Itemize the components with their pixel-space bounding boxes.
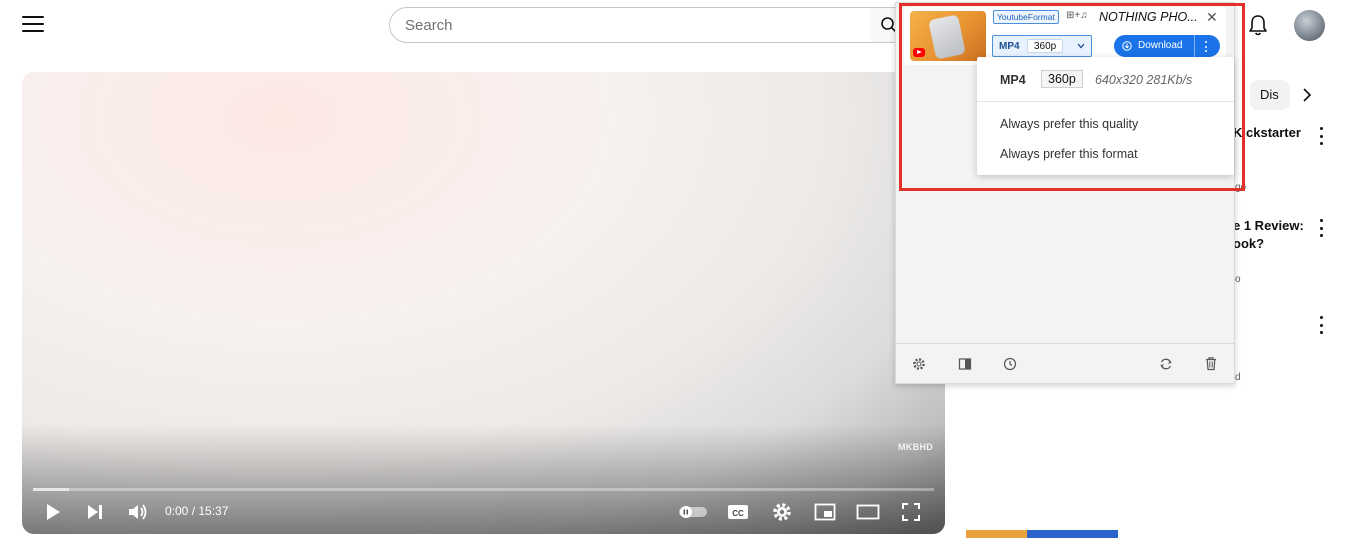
gear-icon[interactable] [912, 357, 926, 371]
settings-gear-icon[interactable] [771, 501, 793, 523]
progress-bar[interactable] [33, 488, 934, 491]
theater-mode-icon[interactable] [856, 504, 880, 520]
hamburger-menu-icon[interactable] [22, 14, 44, 34]
next-video-icon[interactable] [86, 503, 106, 521]
more-options-icon[interactable] [1318, 316, 1324, 334]
more-options-icon[interactable] [1318, 127, 1324, 145]
captions-icon[interactable]: CC [726, 503, 750, 521]
related-video-meta: o [1235, 274, 1241, 285]
refresh-icon[interactable] [1159, 357, 1173, 371]
buffered-progress [33, 488, 70, 491]
trash-icon[interactable] [1204, 356, 1218, 371]
highlight-box [899, 3, 1245, 191]
play-icon[interactable] [44, 502, 62, 522]
chevron-right-icon[interactable] [1298, 84, 1316, 106]
bell-icon[interactable] [1247, 13, 1269, 37]
sidebar-panel-icon[interactable] [958, 357, 972, 371]
search-input[interactable] [389, 7, 889, 43]
avatar[interactable] [1294, 10, 1325, 41]
history-clock-icon[interactable] [1003, 357, 1017, 371]
controls-gradient [22, 424, 945, 534]
video-player[interactable]: MKBHD 0:00 / 15:37 CC [22, 72, 945, 534]
related-video-title[interactable]: e 1 Review: [1233, 217, 1304, 235]
related-video-title-line2[interactable]: ook? [1233, 235, 1264, 253]
autoplay-toggle-icon[interactable] [678, 504, 708, 520]
volume-icon[interactable] [127, 502, 149, 522]
channel-watermark: MKBHD [898, 442, 933, 452]
svg-text:CC: CC [732, 509, 744, 518]
related-video-meta: d [1235, 372, 1241, 383]
fullscreen-icon[interactable] [901, 502, 921, 522]
miniplayer-icon[interactable] [814, 503, 836, 521]
filter-chip[interactable]: Dis [1250, 80, 1290, 110]
more-options-icon[interactable] [1318, 219, 1324, 237]
related-video-thumbnail[interactable] [966, 530, 1118, 538]
time-display: 0:00 / 15:37 [165, 504, 229, 518]
popup-footer-toolbar [896, 343, 1234, 383]
